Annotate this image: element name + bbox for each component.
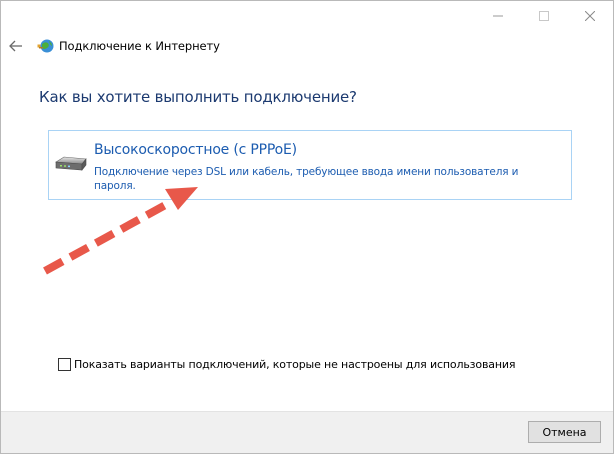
show-all-checkbox-label: Показать варианты подключений, которые н…: [74, 358, 516, 371]
cancel-button[interactable]: Отмена: [528, 421, 601, 443]
show-all-options-row[interactable]: Показать варианты подключений, которые н…: [58, 358, 516, 371]
option-description: Подключение через DSL или кабель, требую…: [94, 166, 519, 192]
connection-wizard-window: Подключение к Интернету Как вы хотите вы…: [0, 0, 614, 454]
broadband-modem-icon: [55, 156, 87, 171]
minimize-button[interactable]: [475, 1, 521, 31]
option-pppoe-broadband[interactable]: Высокоскоростное (с PPPoE) Подключение ч…: [48, 130, 572, 200]
option-title: Высокоскоростное (с PPPoE): [94, 142, 297, 158]
footer-bar: Отмена: [1, 411, 613, 453]
window-title: Подключение к Интернету: [59, 39, 220, 53]
annotation-arrow-shaft: [43, 198, 173, 275]
annotation-arrow: [43, 187, 198, 275]
page-heading: Как вы хотите выполнить подключение?: [39, 88, 357, 106]
show-all-checkbox[interactable]: [58, 358, 71, 371]
close-button[interactable]: [567, 1, 613, 31]
close-icon: [585, 11, 595, 21]
back-arrow-icon: [9, 40, 22, 52]
back-button[interactable]: [7, 37, 25, 55]
maximize-button[interactable]: [521, 1, 567, 31]
window-controls: [475, 1, 613, 31]
minimize-icon: [493, 15, 503, 17]
network-globe-icon: [37, 39, 54, 53]
maximize-icon: [539, 11, 549, 21]
